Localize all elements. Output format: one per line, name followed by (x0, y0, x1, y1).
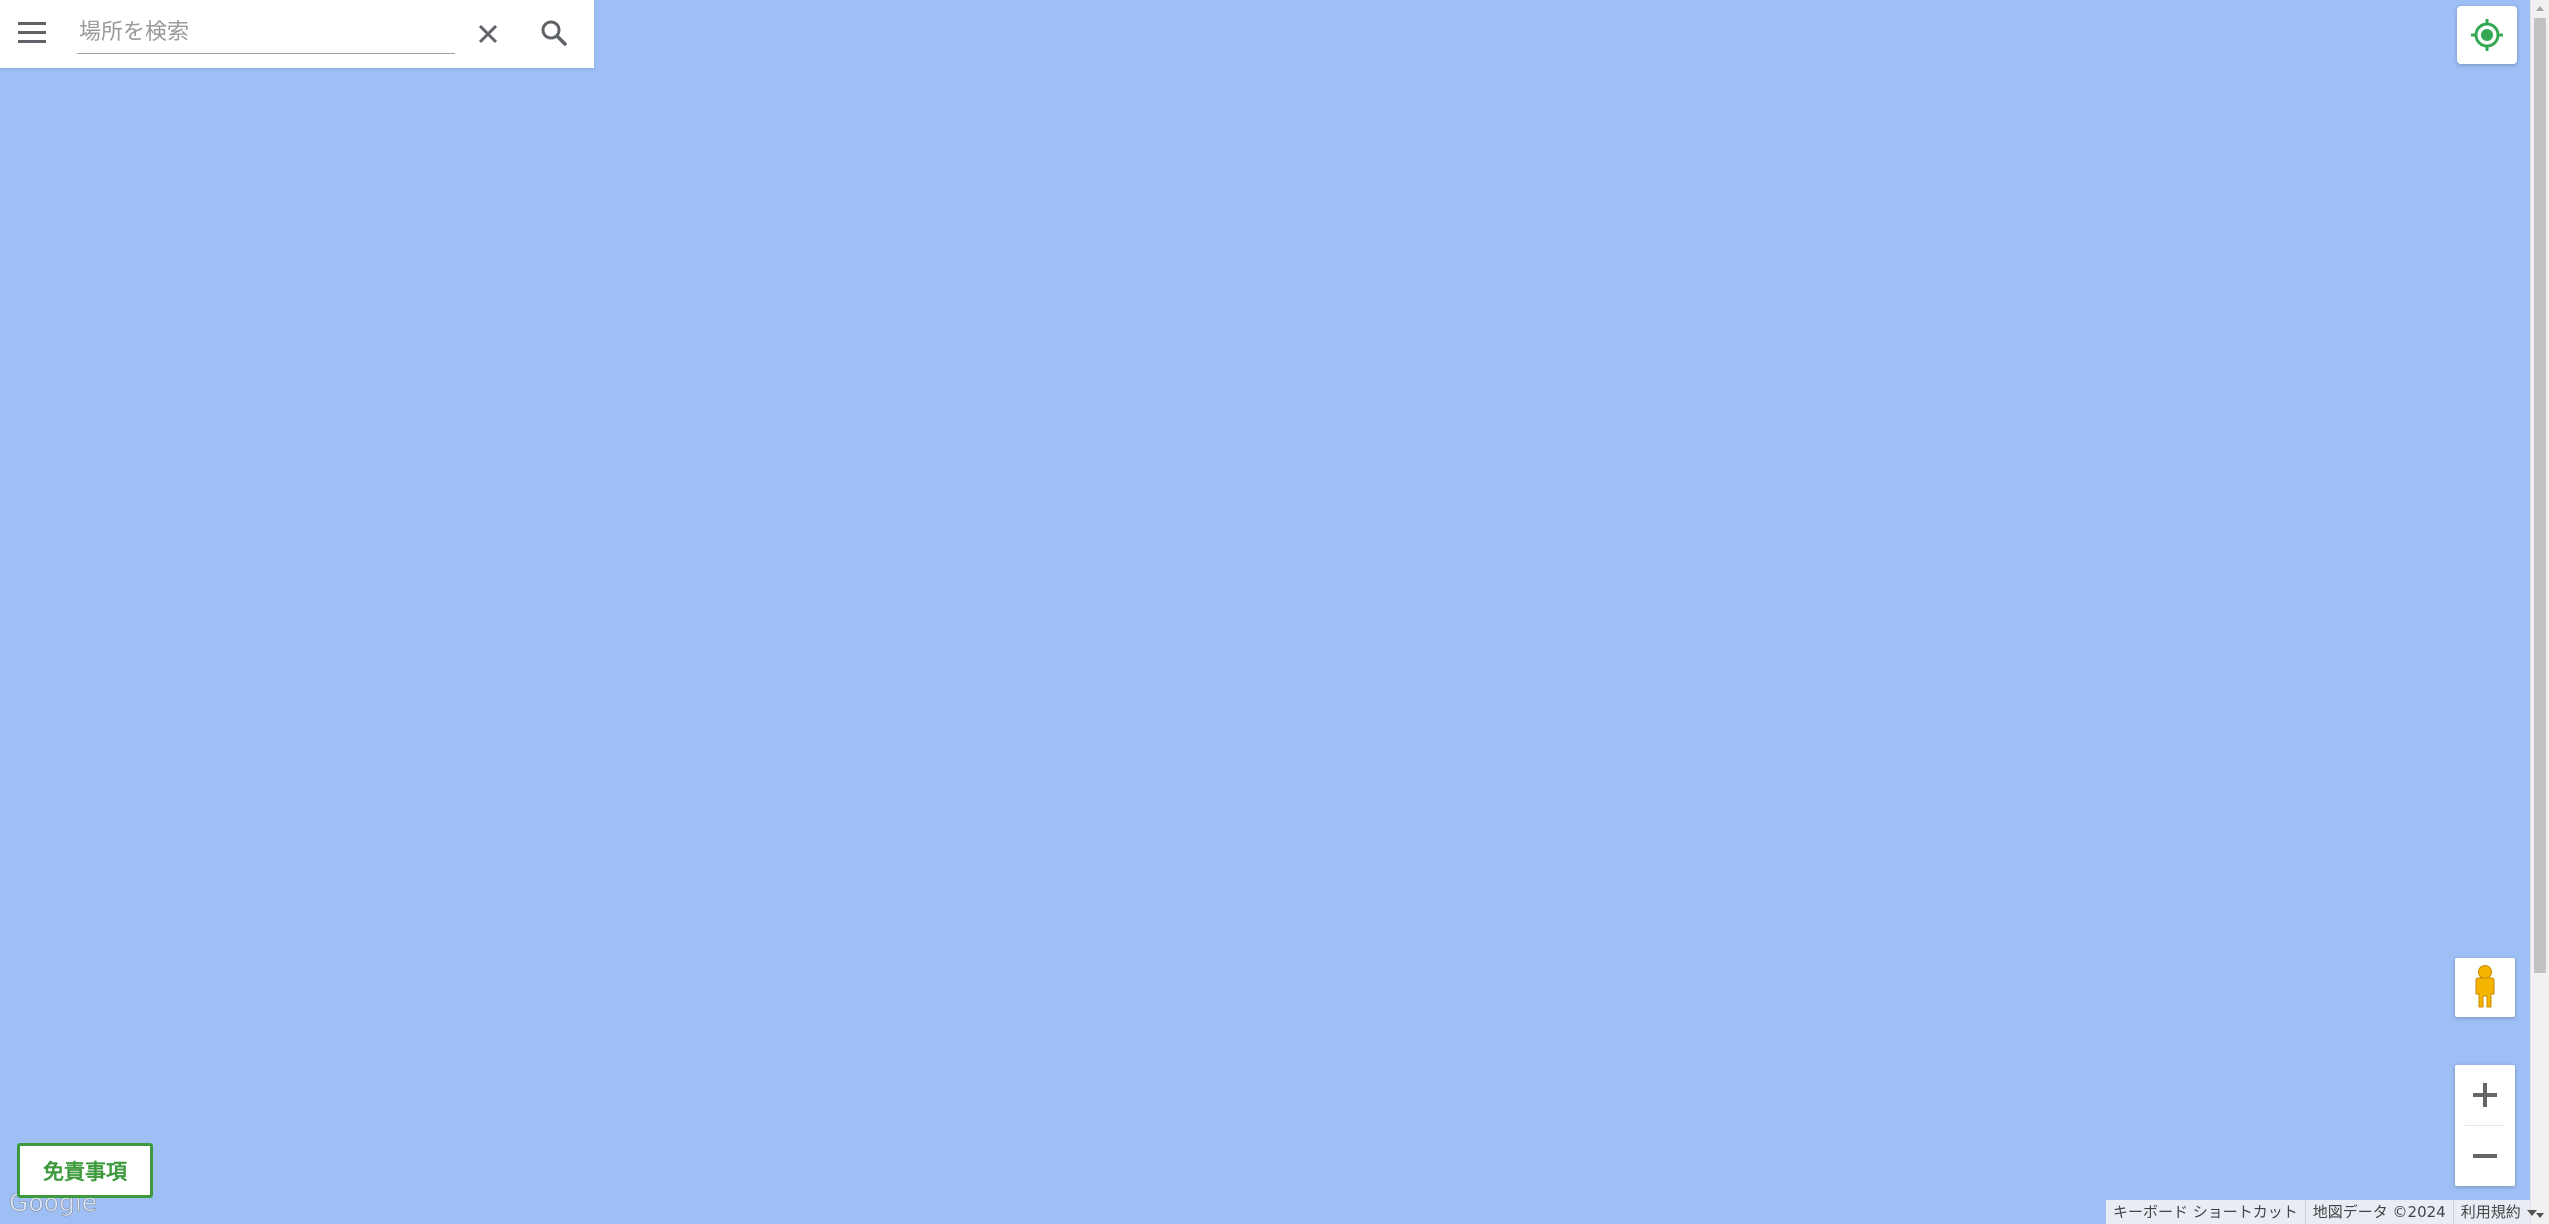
map-canvas[interactable] (0, 0, 2530, 1224)
zoom-out-button[interactable] (2455, 1126, 2515, 1186)
search-icon[interactable] (535, 14, 573, 52)
zoom-in-button[interactable] (2455, 1065, 2515, 1125)
my-location-button[interactable] (2457, 6, 2517, 64)
zoom-control (2455, 1065, 2515, 1186)
chevron-down-icon (2526, 1209, 2537, 1216)
keyboard-shortcuts-link[interactable]: キーボード ショートカット (2106, 1200, 2306, 1224)
disclaimer-button[interactable]: 免責事項 (17, 1143, 153, 1198)
page-scrollbar[interactable] (2530, 0, 2549, 1224)
minus-icon (2473, 1154, 2497, 1158)
pegman-icon (2475, 965, 2495, 1008)
my-location-icon (2471, 19, 2503, 51)
scrollbar-thumb[interactable] (2534, 18, 2546, 973)
terms-label: 利用規約 (2460, 1203, 2521, 1221)
close-icon[interactable] (470, 16, 506, 52)
search-input[interactable] (77, 12, 455, 54)
scroll-up-arrow[interactable] (2536, 6, 2544, 11)
street-view-pegman-button[interactable] (2455, 958, 2515, 1017)
search-panel (0, 0, 594, 68)
attribution-bar: キーボード ショートカット 地図データ ©2024 利用規約 (2106, 1200, 2537, 1224)
map-data-attribution: 地図データ ©2024 (2306, 1200, 2454, 1224)
plus-icon (2473, 1083, 2497, 1107)
terms-link[interactable]: 利用規約 (2454, 1200, 2544, 1224)
menu-icon[interactable] (14, 18, 50, 48)
